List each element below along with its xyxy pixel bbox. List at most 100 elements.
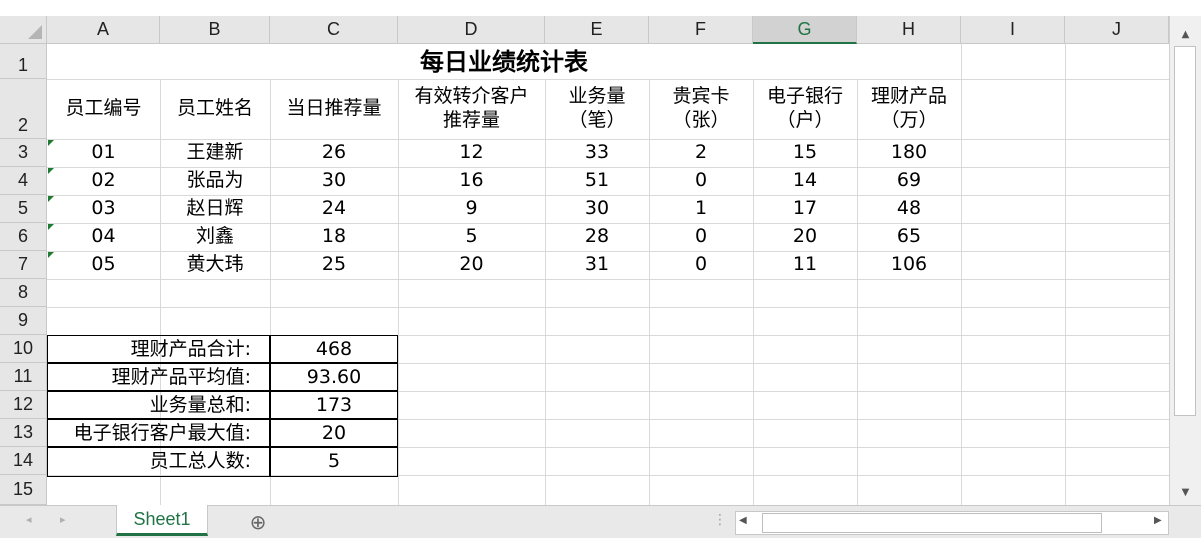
tab-sheet1[interactable]: Sheet1	[116, 505, 208, 536]
header-cell-f2[interactable]: 贵宾卡 （张）	[649, 79, 753, 139]
sheet-title-cell[interactable]: 每日业绩统计表	[47, 44, 961, 79]
cell-id[interactable]: 03	[47, 195, 160, 223]
cell-id[interactable]: 02	[47, 167, 160, 195]
column-header-e[interactable]: E	[545, 16, 649, 44]
cell-name[interactable]: 张品为	[160, 167, 270, 195]
column-header-g[interactable]: G	[753, 16, 857, 44]
row-header-14[interactable]: 14	[0, 447, 47, 475]
cell-id[interactable]: 01	[47, 139, 160, 167]
cell-vip-card[interactable]: 0	[649, 167, 753, 195]
column-header-d[interactable]: D	[398, 16, 545, 44]
summary-label[interactable]: 业务量总和:	[47, 392, 269, 420]
summary-value[interactable]: 20	[270, 420, 398, 448]
summary-value[interactable]: 468	[270, 336, 398, 364]
cell-referrals[interactable]: 18	[270, 223, 398, 251]
header-cell-b2[interactable]: 员工姓名	[160, 79, 270, 139]
cell-referrals[interactable]: 30	[270, 167, 398, 195]
vertical-scroll-thumb[interactable]	[1174, 46, 1196, 416]
cell-wealth[interactable]: 48	[857, 195, 961, 223]
horizontal-scroll-thumb[interactable]	[762, 513, 1102, 533]
summary-value[interactable]: 5	[270, 448, 398, 476]
row-header-1[interactable]: 1	[0, 44, 47, 79]
column-header-f[interactable]: F	[649, 16, 753, 44]
split-handle-icon[interactable]: ⋮	[713, 512, 727, 528]
column-header-h[interactable]: H	[857, 16, 961, 44]
header-cell-h2[interactable]: 理财产品 （万）	[857, 79, 961, 139]
cell-name[interactable]: 赵日辉	[160, 195, 270, 223]
cell-id[interactable]: 04	[47, 223, 160, 251]
cell-id[interactable]: 05	[47, 251, 160, 279]
summary-value[interactable]: 93.60	[270, 364, 398, 392]
cell-vip-card[interactable]: 0	[649, 251, 753, 279]
row-header-9[interactable]: 9	[0, 307, 47, 335]
cell-business[interactable]: 30	[545, 195, 649, 223]
cell-valid-referrals[interactable]: 16	[398, 167, 545, 195]
header-cell-e2[interactable]: 业务量 （笔）	[545, 79, 649, 139]
cell-name[interactable]: 王建新	[160, 139, 270, 167]
row-header-2[interactable]: 2	[0, 79, 47, 139]
row-header-7[interactable]: 7	[0, 251, 47, 279]
cell-referrals[interactable]: 24	[270, 195, 398, 223]
cell-name[interactable]: 刘鑫	[160, 223, 270, 251]
cell-business[interactable]: 33	[545, 139, 649, 167]
cell-wealth[interactable]: 106	[857, 251, 961, 279]
select-all-corner[interactable]	[0, 16, 47, 44]
cell-ebank[interactable]: 20	[753, 223, 857, 251]
summary-label[interactable]: 理财产品平均值:	[47, 364, 269, 392]
cell-ebank[interactable]: 14	[753, 167, 857, 195]
select-all-icon	[28, 25, 42, 39]
cell-ebank[interactable]: 15	[753, 139, 857, 167]
column-header-j[interactable]: J	[1065, 16, 1169, 44]
column-header-a[interactable]: A	[47, 16, 160, 44]
column-header-b[interactable]: B	[160, 16, 270, 44]
cell-name[interactable]: 黄大玮	[160, 251, 270, 279]
header-cell-d2[interactable]: 有效转介客户 推荐量	[398, 79, 545, 139]
cell-business[interactable]: 28	[545, 223, 649, 251]
row-header-12[interactable]: 12	[0, 391, 47, 419]
header-line: （万）	[880, 109, 938, 131]
cell-valid-referrals[interactable]: 9	[398, 195, 545, 223]
tab-scroll-left-icon[interactable]: ◂	[26, 513, 32, 526]
cell-business[interactable]: 31	[545, 251, 649, 279]
cell-ebank[interactable]: 17	[753, 195, 857, 223]
summary-label[interactable]: 电子银行客户最大值:	[47, 420, 269, 448]
header-cell-c2[interactable]: 当日推荐量	[270, 79, 398, 139]
summary-value[interactable]: 173	[270, 392, 398, 420]
cell-valid-referrals[interactable]: 5	[398, 223, 545, 251]
scroll-up-icon[interactable]: ▲	[1170, 24, 1201, 44]
cell-vip-card[interactable]: 0	[649, 223, 753, 251]
cell-valid-referrals[interactable]: 20	[398, 251, 545, 279]
scroll-right-icon[interactable]: ▶	[1154, 515, 1162, 526]
cell-vip-card[interactable]: 1	[649, 195, 753, 223]
cell-valid-referrals[interactable]: 12	[398, 139, 545, 167]
scroll-left-icon[interactable]: ◀	[739, 515, 747, 526]
row-header-6[interactable]: 6	[0, 223, 47, 251]
scroll-down-icon[interactable]: ▼	[1170, 482, 1201, 502]
row-header-5[interactable]: 5	[0, 195, 47, 223]
cell-ebank[interactable]: 11	[753, 251, 857, 279]
vertical-scrollbar[interactable]: ▲ ▼	[1169, 16, 1201, 505]
header-cell-g2[interactable]: 电子银行 （户）	[753, 79, 857, 139]
cell-wealth[interactable]: 65	[857, 223, 961, 251]
cell-referrals[interactable]: 25	[270, 251, 398, 279]
column-header-i[interactable]: I	[961, 16, 1065, 44]
row-header-3[interactable]: 3	[0, 139, 47, 167]
tab-scroll-right-icon[interactable]: ▸	[60, 513, 66, 526]
row-header-8[interactable]: 8	[0, 279, 47, 307]
cell-referrals[interactable]: 26	[270, 139, 398, 167]
row-header-10[interactable]: 10	[0, 335, 47, 363]
summary-label[interactable]: 理财产品合计:	[47, 336, 269, 364]
cell-business[interactable]: 51	[545, 167, 649, 195]
summary-label[interactable]: 员工总人数:	[47, 448, 269, 476]
column-header-c[interactable]: C	[270, 16, 398, 44]
header-cell-a2[interactable]: 员工编号	[47, 79, 160, 139]
cell-vip-card[interactable]: 2	[649, 139, 753, 167]
add-sheet-icon[interactable]: ⊕	[246, 510, 270, 534]
row-header-13[interactable]: 13	[0, 419, 47, 447]
row-header-4[interactable]: 4	[0, 167, 47, 195]
cell-wealth[interactable]: 69	[857, 167, 961, 195]
row-header-15[interactable]: 15	[0, 475, 47, 505]
horizontal-scrollbar[interactable]: ◀ ▶	[735, 511, 1169, 535]
cell-wealth[interactable]: 180	[857, 139, 961, 167]
row-header-11[interactable]: 11	[0, 363, 47, 391]
